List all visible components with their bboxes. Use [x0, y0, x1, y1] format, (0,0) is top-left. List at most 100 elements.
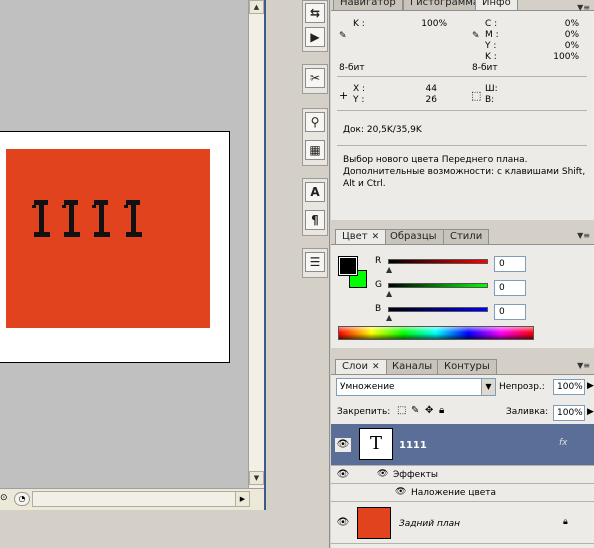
scroll-up-arrow[interactable]: ▲: [249, 0, 264, 14]
tab-paths[interactable]: Контуры: [437, 359, 497, 374]
scroll-track[interactable]: [32, 491, 250, 507]
background-layer-name: Задний план: [399, 519, 460, 529]
tab-swatches[interactable]: Образцы: [383, 229, 444, 244]
k2-label: K :: [485, 52, 497, 62]
eye-icon[interactable]: 👁︎: [335, 438, 351, 452]
k-label: K :: [353, 19, 365, 29]
actions-icon[interactable]: ▶: [305, 27, 325, 47]
eye-icon[interactable]: 👁︎: [335, 468, 351, 482]
text-layer-name: 1111: [399, 440, 427, 451]
k2-value: 100%: [553, 52, 579, 62]
dock-group-2: ✂: [302, 64, 328, 94]
g-label: G: [375, 280, 382, 290]
r-input[interactable]: 0: [494, 256, 526, 272]
hint-line-1: Выбор нового цвета Переднего плана.: [343, 155, 528, 165]
layer-effects-row[interactable]: 👁︎ 👁︎ Эффекты: [331, 466, 594, 484]
hint-line-2: Дополнительные возможности: с клавишами …: [343, 167, 586, 177]
effect-name: Наложение цвета: [411, 488, 497, 498]
fx-icon[interactable]: fx: [559, 438, 568, 448]
r-slider-handle[interactable]: ▲: [386, 266, 392, 274]
layer-effect-color-overlay[interactable]: 👁︎ Наложение цвета: [331, 484, 594, 502]
layer-comps-icon[interactable]: ☰: [305, 252, 325, 272]
scroll-down-arrow[interactable]: ▼: [249, 471, 264, 485]
lock-move-icon[interactable]: ✥: [425, 405, 433, 416]
bit-depth-left: 8-бит: [339, 63, 365, 73]
opacity-input[interactable]: 100%: [553, 379, 585, 395]
tools-icon[interactable]: ✂: [305, 68, 325, 88]
vertical-scrollbar[interactable]: ▲ ▼: [248, 0, 264, 488]
info-divider-2: [337, 110, 587, 111]
effects-eye-icon[interactable]: 👁︎: [377, 469, 388, 479]
opacity-arrow[interactable]: ▶: [587, 381, 594, 391]
text-layer-glyphs[interactable]: [30, 196, 160, 246]
layers-panel-menu-icon[interactable]: ▼≡: [577, 361, 590, 370]
document-canvas-area[interactable]: 1111 ▲ ▼ ⊙ ◔ ▶: [0, 0, 266, 510]
info-divider-1: [337, 76, 587, 77]
dock-group-1: ⇆ ▶: [302, 0, 328, 52]
fill-arrow[interactable]: ▶: [587, 407, 594, 417]
history-icon[interactable]: ⇆: [305, 3, 325, 23]
c-label: C :: [485, 19, 498, 29]
panel-dock: ⇆ ▶ ✂ ⚲ ▦ A ¶ ☰: [300, 0, 330, 548]
scroll-right-arrow[interactable]: ▶: [235, 491, 250, 507]
foreground-color-swatch[interactable]: [338, 256, 358, 276]
y-value: 0%: [564, 41, 579, 51]
doc-size: Док: 20,5K/35,9K: [343, 125, 422, 135]
info-panel: ▼≡ ✎ K : 100% 8-бит ✎ C : 0% M : 0% Y : …: [331, 3, 594, 220]
tab-styles[interactable]: Стили: [443, 229, 490, 244]
lock-label: Закрепить:: [337, 407, 391, 417]
g-slider[interactable]: [388, 283, 488, 288]
tab-color[interactable]: Цвет ✕: [335, 229, 387, 244]
lock-all-icon[interactable]: 🔒︎: [439, 405, 444, 416]
g-input[interactable]: 0: [494, 280, 526, 296]
bit-depth-right: 8-бит: [472, 63, 498, 73]
info-panel-tabs: Навигатор Гистограмма Инфо: [331, 0, 594, 10]
tab-layers[interactable]: Слои ✕: [335, 359, 387, 374]
b-slider[interactable]: [388, 307, 488, 312]
layer-background[interactable]: 👁︎ Задний план 🔒︎: [331, 504, 594, 544]
tab-histogram[interactable]: Гистограмма: [403, 0, 486, 10]
opacity-label: Непрозр.:: [499, 382, 545, 392]
w-label: Ш:: [485, 84, 498, 94]
clone-source-icon[interactable]: ▦: [305, 140, 325, 160]
m-label: M :: [485, 30, 499, 40]
paragraph-icon[interactable]: ¶: [305, 210, 325, 230]
x-value: 44: [425, 84, 437, 94]
eyedropper-icon: ✎: [339, 31, 347, 41]
y2-label: Y :: [353, 95, 365, 105]
status-menu-button[interactable]: ◔: [14, 492, 30, 506]
y2-value: 26: [425, 95, 437, 105]
b-slider-handle[interactable]: ▲: [386, 314, 392, 322]
k-value: 100%: [421, 19, 447, 29]
lock-transparency-icon[interactable]: ⬚: [397, 405, 406, 416]
eye-icon[interactable]: 👁︎: [335, 516, 351, 530]
color-panel-tabs: Цвет ✕ Образцы Стили ▼≡: [331, 228, 594, 244]
b-label: B: [375, 304, 382, 314]
background-layer-thumbnail: [357, 507, 391, 539]
dock-group-3: ⚲ ▦: [302, 108, 328, 166]
effect-eye-icon[interactable]: 👁︎: [395, 487, 406, 497]
tab-channels[interactable]: Каналы: [385, 359, 440, 374]
color-panel-menu-icon[interactable]: ▼≡: [577, 231, 590, 240]
b-input[interactable]: 0: [494, 304, 526, 320]
tab-info[interactable]: Инфо: [475, 0, 518, 10]
color-spectrum-ramp[interactable]: [338, 326, 534, 340]
fill-input[interactable]: 100%: [553, 405, 585, 421]
brushes-icon[interactable]: ⚲: [305, 112, 325, 132]
horizontal-scrollbar[interactable]: ⊙ ◔ ▶: [0, 488, 264, 510]
r-slider[interactable]: [388, 259, 488, 264]
crosshair-icon: +: [339, 89, 349, 102]
close-icon[interactable]: ✕: [372, 232, 380, 242]
tab-navigator[interactable]: Навигатор: [333, 0, 403, 10]
close-icon[interactable]: ✕: [372, 362, 380, 372]
info-panel-menu-icon[interactable]: ▼≡: [577, 3, 590, 12]
zoom-icon: ⊙: [0, 493, 8, 503]
g-slider-handle[interactable]: ▲: [386, 290, 392, 298]
character-icon[interactable]: A: [305, 182, 325, 202]
eyedropper-cmyk-icon: ✎: [472, 31, 480, 41]
lock-brush-icon[interactable]: ✎: [411, 405, 419, 416]
document-window-border: [264, 0, 266, 510]
blend-mode-select[interactable]: Умножение ▼: [336, 378, 496, 396]
layer-text-1111[interactable]: 👁︎ T 1111 fx: [331, 424, 594, 466]
info-divider-3: [337, 145, 587, 146]
